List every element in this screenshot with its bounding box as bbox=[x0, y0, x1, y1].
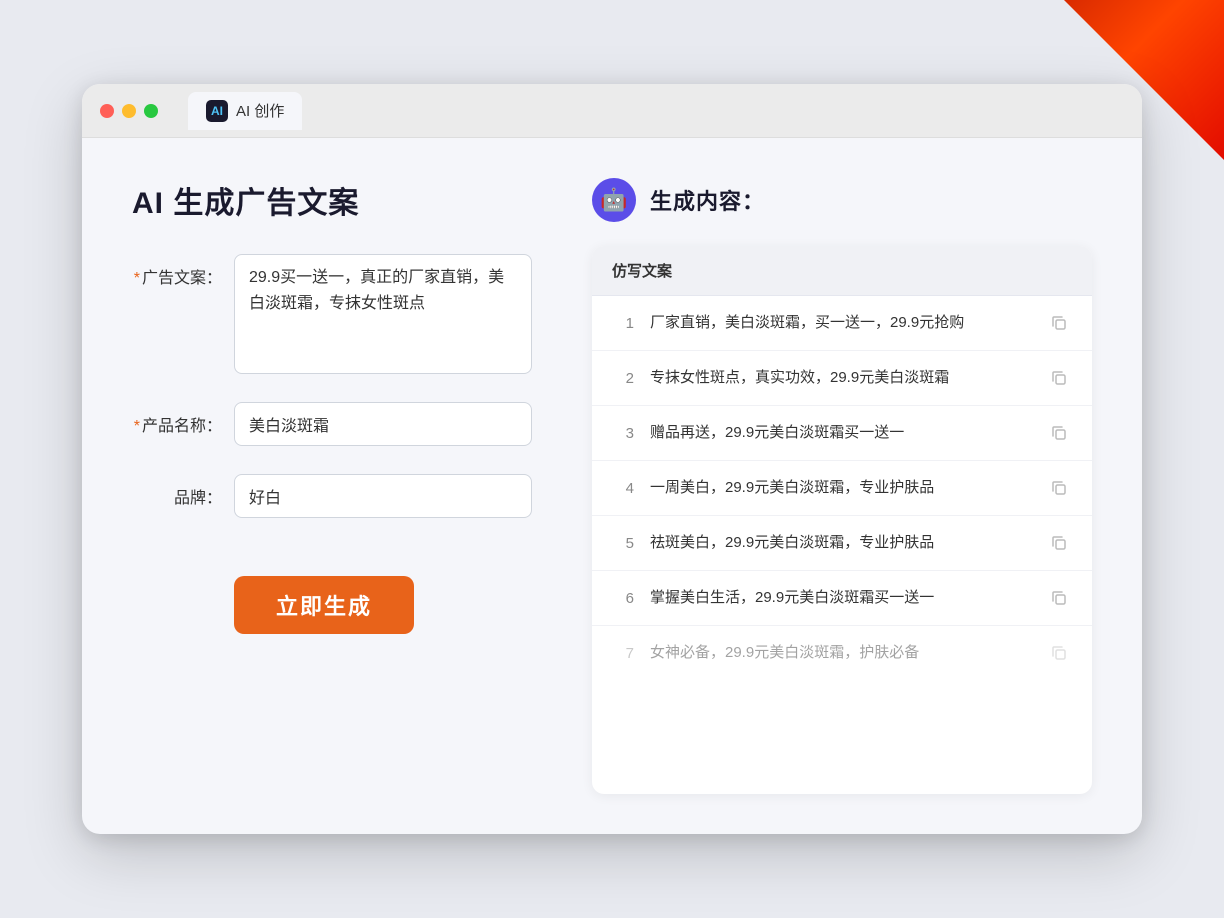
table-row: 3 赠品再送，29.9元美白淡斑霜买一送一 bbox=[592, 406, 1092, 461]
row-text: 一周美白，29.9元美白淡斑霜，专业护肤品 bbox=[650, 477, 1030, 500]
brand-input[interactable] bbox=[234, 474, 532, 518]
tab-label: AI 创作 bbox=[236, 100, 284, 121]
result-rows-container: 1 厂家直销，美白淡斑霜，买一送一，29.9元抢购 2 专抹女性斑点，真实功效，… bbox=[592, 296, 1092, 680]
page-title: AI 生成广告文案 bbox=[132, 178, 532, 222]
table-row: 5 祛斑美白，29.9元美白淡斑霜，专业护肤品 bbox=[592, 516, 1092, 571]
copy-icon[interactable] bbox=[1046, 475, 1072, 501]
table-row: 7 女神必备，29.9元美白淡斑霜，护肤必备 bbox=[592, 626, 1092, 680]
left-panel: AI 生成广告文案 广告文案： 29.9买一送一，真正的厂家直销，美白淡斑霜，专… bbox=[132, 178, 532, 794]
product-name-input[interactable] bbox=[234, 402, 532, 446]
row-text: 女神必备，29.9元美白淡斑霜，护肤必备 bbox=[650, 642, 1030, 665]
result-header: 🤖 生成内容： bbox=[592, 178, 1092, 222]
row-number: 2 bbox=[612, 370, 634, 387]
copy-icon[interactable] bbox=[1046, 585, 1072, 611]
copy-icon[interactable] bbox=[1046, 365, 1072, 391]
copy-icon[interactable] bbox=[1046, 640, 1072, 666]
table-row: 1 厂家直销，美白淡斑霜，买一送一，29.9元抢购 bbox=[592, 296, 1092, 351]
result-title: 生成内容： bbox=[650, 184, 765, 216]
generate-button[interactable]: 立即生成 bbox=[234, 576, 414, 634]
row-text: 专抹女性斑点，真实功效，29.9元美白淡斑霜 bbox=[650, 367, 1030, 390]
row-text: 掌握美白生活，29.9元美白淡斑霜买一送一 bbox=[650, 587, 1030, 610]
tab-area: AI AI 创作 bbox=[188, 92, 302, 130]
row-text: 赠品再送，29.9元美白淡斑霜买一送一 bbox=[650, 422, 1030, 445]
table-row: 2 专抹女性斑点，真实功效，29.9元美白淡斑霜 bbox=[592, 351, 1092, 406]
row-number: 4 bbox=[612, 480, 634, 497]
copy-icon[interactable] bbox=[1046, 530, 1072, 556]
row-text: 厂家直销，美白淡斑霜，买一送一，29.9元抢购 bbox=[650, 312, 1030, 335]
row-text: 祛斑美白，29.9元美白淡斑霜，专业护肤品 bbox=[650, 532, 1030, 555]
traffic-light-close[interactable] bbox=[100, 104, 114, 118]
ad-copy-field-group: 广告文案： 29.9买一送一，真正的厂家直销，美白淡斑霜，专抹女性斑点 bbox=[132, 254, 532, 374]
browser-titlebar: AI AI 创作 bbox=[82, 84, 1142, 138]
browser-content: AI 生成广告文案 广告文案： 29.9买一送一，真正的厂家直销，美白淡斑霜，专… bbox=[82, 138, 1142, 834]
ad-copy-label: 广告文案： bbox=[132, 254, 222, 288]
traffic-light-minimize[interactable] bbox=[122, 104, 136, 118]
row-number: 3 bbox=[612, 425, 634, 442]
copy-icon[interactable] bbox=[1046, 310, 1072, 336]
tab-ai-icon: AI bbox=[206, 100, 228, 122]
traffic-light-fullscreen[interactable] bbox=[144, 104, 158, 118]
traffic-lights bbox=[100, 104, 158, 118]
table-row: 6 掌握美白生活，29.9元美白淡斑霜买一送一 bbox=[592, 571, 1092, 626]
brand-field-group: 品牌： bbox=[132, 474, 532, 518]
copy-icon[interactable] bbox=[1046, 420, 1072, 446]
result-table: 仿写文案 1 厂家直销，美白淡斑霜，买一送一，29.9元抢购 2 专抹女性斑点，… bbox=[592, 246, 1092, 794]
browser-window: AI AI 创作 AI 生成广告文案 广告文案： 29.9买一送一，真正的厂家直… bbox=[82, 84, 1142, 834]
row-number: 5 bbox=[612, 535, 634, 552]
row-number: 6 bbox=[612, 590, 634, 607]
robot-icon: 🤖 bbox=[592, 178, 636, 222]
right-panel: 🤖 生成内容： 仿写文案 1 厂家直销，美白淡斑霜，买一送一，29.9元抢购 2… bbox=[592, 178, 1092, 794]
product-name-field-group: 产品名称： bbox=[132, 402, 532, 446]
ad-copy-input[interactable]: 29.9买一送一，真正的厂家直销，美白淡斑霜，专抹女性斑点 bbox=[234, 254, 532, 374]
row-number: 1 bbox=[612, 315, 634, 332]
tab-ai-creation[interactable]: AI AI 创作 bbox=[188, 92, 302, 130]
row-number: 7 bbox=[612, 645, 634, 662]
product-name-label: 产品名称： bbox=[132, 402, 222, 436]
brand-label: 品牌： bbox=[132, 474, 222, 508]
result-table-header: 仿写文案 bbox=[592, 246, 1092, 296]
table-row: 4 一周美白，29.9元美白淡斑霜，专业护肤品 bbox=[592, 461, 1092, 516]
robot-face: 🤖 bbox=[600, 187, 627, 213]
